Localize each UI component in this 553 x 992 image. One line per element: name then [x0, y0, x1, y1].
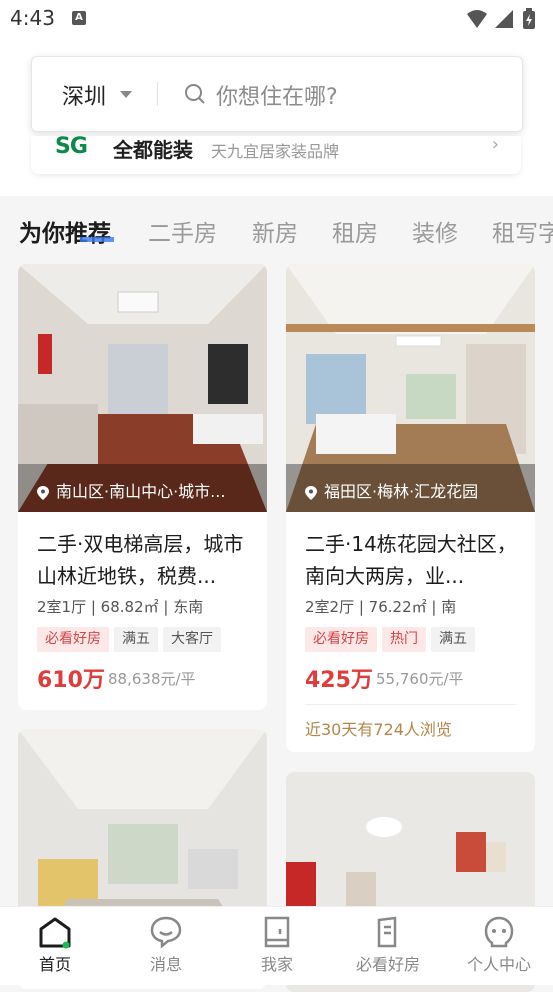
city-selector[interactable]: 深圳: [62, 79, 106, 111]
tag: 热门: [382, 627, 426, 652]
category-tabs: 为你推荐 二手房 新房 租房 装修 租写字楼: [0, 196, 553, 264]
message-icon: [150, 916, 182, 949]
nav-label: 首页: [38, 955, 71, 974]
search-icon: [185, 84, 205, 104]
must-see-icon: [377, 916, 397, 948]
status-time: 4:43: [10, 6, 55, 30]
brand-logo: SG: [55, 136, 88, 159]
nav-label: 我家: [260, 955, 293, 974]
nav-profile[interactable]: 个人中心: [444, 915, 553, 975]
nav-label: 个人中心: [466, 955, 531, 974]
search-divider: [157, 82, 158, 106]
status-bar: 4:43 A: [0, 0, 553, 36]
chevron-right-icon: ›: [491, 136, 499, 155]
nav-messages[interactable]: 消息: [111, 915, 221, 975]
nav-must-see[interactable]: 必看好房: [333, 915, 443, 975]
listing-card[interactable]: 南山区·南山中心·城市... 二手·双电梯高层，城市山林近地铁，税费... 2室…: [18, 264, 267, 710]
bottom-nav: 首页 消息 我家 必看好房 个人中心: [0, 906, 553, 985]
search-bar[interactable]: 深圳 你想住在哪?: [31, 56, 523, 132]
tag: 满五: [431, 627, 475, 652]
listing-tags: 必看好房 满五 大客厅: [37, 627, 226, 652]
tab-new-house[interactable]: 新房: [252, 214, 298, 248]
nav-my-home[interactable]: 我家: [222, 915, 332, 975]
location-pin-icon: [37, 485, 49, 500]
promo-banner[interactable]: SG 全都能装 天九宜居家装品牌 ›: [31, 136, 521, 174]
tag: 必看好房: [37, 627, 109, 652]
chevron-down-icon[interactable]: [120, 91, 132, 98]
listing-info: 2室2厅 | 76.22㎡ | 南: [305, 598, 457, 616]
listing-title: 二手·双电梯高层，城市山林近地铁，税费...: [37, 532, 244, 588]
listing-photo: [286, 264, 535, 512]
search-input[interactable]: 你想住在哪?: [216, 79, 338, 111]
listing-location: 福田区·梅林·汇龙花园: [304, 478, 478, 502]
banner-title: 全都能装: [113, 138, 193, 162]
home-icon: [39, 917, 71, 949]
nav-home[interactable]: 首页: [0, 915, 110, 975]
nav-label: 必看好房: [355, 955, 420, 974]
tab-office-rent[interactable]: 租写字楼: [492, 214, 553, 248]
tab-indicator: [80, 237, 114, 242]
listing-tags: 必看好房 热门 满五: [305, 627, 480, 652]
listing-unit-price: 88,638元/平: [108, 670, 196, 688]
header-area: 深圳 你想住在哪? SG 全都能装 天九宜居家装品牌 ›: [0, 36, 553, 196]
listing-unit-price: 55,760元/平: [376, 670, 464, 688]
wifi-icon: [467, 10, 487, 28]
tab-recommend[interactable]: 为你推荐: [19, 214, 111, 248]
status-icons: [465, 8, 543, 34]
location-text: 福田区·梅林·汇龙花园: [324, 482, 479, 501]
listing-price: 425万: [305, 668, 373, 693]
tag: 满五: [114, 627, 158, 652]
listing-price: 610万: [37, 668, 105, 693]
tag: 必看好房: [305, 627, 377, 652]
nav-label: 消息: [149, 955, 182, 974]
my-home-icon: [264, 916, 290, 948]
tab-decoration[interactable]: 装修: [412, 214, 458, 248]
listing-views: 近30天有724人浏览: [305, 720, 452, 739]
location-text: 南山区·南山中心·城市...: [56, 482, 226, 501]
tab-rent[interactable]: 租房: [332, 214, 378, 248]
location-pin-icon: [305, 485, 317, 500]
battery-icon: [523, 8, 535, 29]
profile-icon: [484, 916, 514, 948]
card-divider: [305, 704, 516, 705]
listing-location: 南山区·南山中心·城市...: [36, 478, 225, 502]
listing-photo: [18, 264, 267, 512]
signal-icon: [495, 10, 513, 28]
tag: 大客厅: [163, 627, 221, 652]
listing-info: 2室1厅 | 68.82㎡ | 东南: [37, 598, 204, 616]
notification-icon: A: [72, 11, 86, 25]
banner-subtitle: 天九宜居家装品牌: [211, 142, 340, 161]
listing-title: 二手·14栋花园大社区，南向大两房，业...: [305, 532, 517, 588]
tab-second-hand[interactable]: 二手房: [148, 214, 217, 248]
listing-card[interactable]: 福田区·梅林·汇龙花园 二手·14栋花园大社区，南向大两房，业... 2室2厅 …: [286, 264, 535, 752]
